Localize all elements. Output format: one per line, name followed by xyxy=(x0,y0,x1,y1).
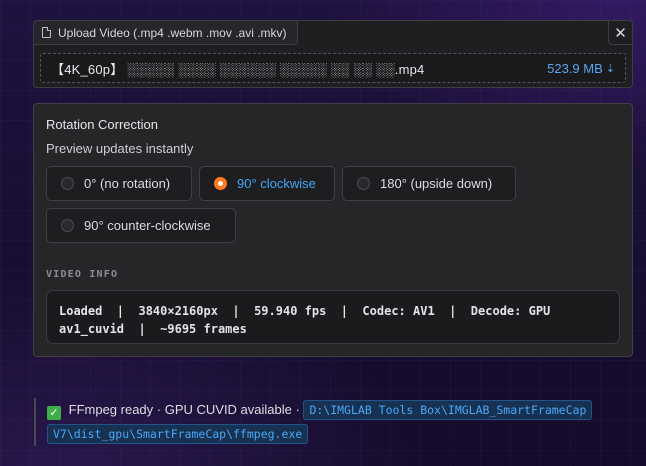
upload-video-panel: Upload Video (.mp4 .webm .mov .avi .mkv)… xyxy=(33,20,633,88)
upload-tab-label: Upload Video (.mp4 .webm .mov .avi .mkv) xyxy=(58,25,287,40)
rotation-option-90cw[interactable]: 90° clockwise xyxy=(199,166,335,201)
radio-icon xyxy=(61,177,74,190)
upload-tab: Upload Video (.mp4 .webm .mov .avi .mkv) xyxy=(34,21,298,45)
file-name: 【4K_60p】 ░░░░░ ░░░░ ░░░░░░ ░░░░░ ░░ ░░ ░… xyxy=(51,61,425,77)
rotation-option-0[interactable]: 0° (no rotation) xyxy=(46,166,192,201)
rotation-option-90ccw[interactable]: 90° counter-clockwise xyxy=(46,208,236,243)
rotation-option-label: 180° (upside down) xyxy=(380,176,493,191)
close-icon: ✕ xyxy=(614,24,627,42)
radio-selected-icon xyxy=(214,177,227,190)
close-button[interactable]: ✕ xyxy=(608,21,632,45)
download-icon[interactable]: ⇣ xyxy=(606,62,615,75)
radio-icon xyxy=(357,177,370,190)
file-icon xyxy=(42,27,51,38)
radio-icon xyxy=(61,219,74,232)
check-icon: ✓ xyxy=(47,406,61,420)
status-text: FFmpeg ready · GPU CUVID available · xyxy=(68,402,300,417)
uploaded-file-row[interactable]: 【4K_60p】 ░░░░░ ░░░░ ░░░░░░ ░░░░░ ░░ ░░ ░… xyxy=(40,53,626,83)
video-info-label: VIDEO INFO xyxy=(46,269,119,280)
rotation-subtitle: Preview updates instantly xyxy=(46,141,194,156)
rotation-option-label: 90° clockwise xyxy=(237,176,316,191)
video-info-box: Loaded | 3840×2160px | 59.940 fps | Code… xyxy=(46,290,620,344)
ffmpeg-status: ✓ FFmpeg ready · GPU CUVID available · D… xyxy=(34,398,624,446)
rotation-correction-panel: Rotation Correction Preview updates inst… xyxy=(33,103,633,357)
rotation-option-label: 0° (no rotation) xyxy=(84,176,171,191)
rotation-option-label: 90° counter-clockwise xyxy=(84,218,211,233)
rotation-title: Rotation Correction xyxy=(46,117,158,132)
file-size: 523.9 MB xyxy=(547,60,603,76)
rotation-option-180[interactable]: 180° (upside down) xyxy=(342,166,516,201)
